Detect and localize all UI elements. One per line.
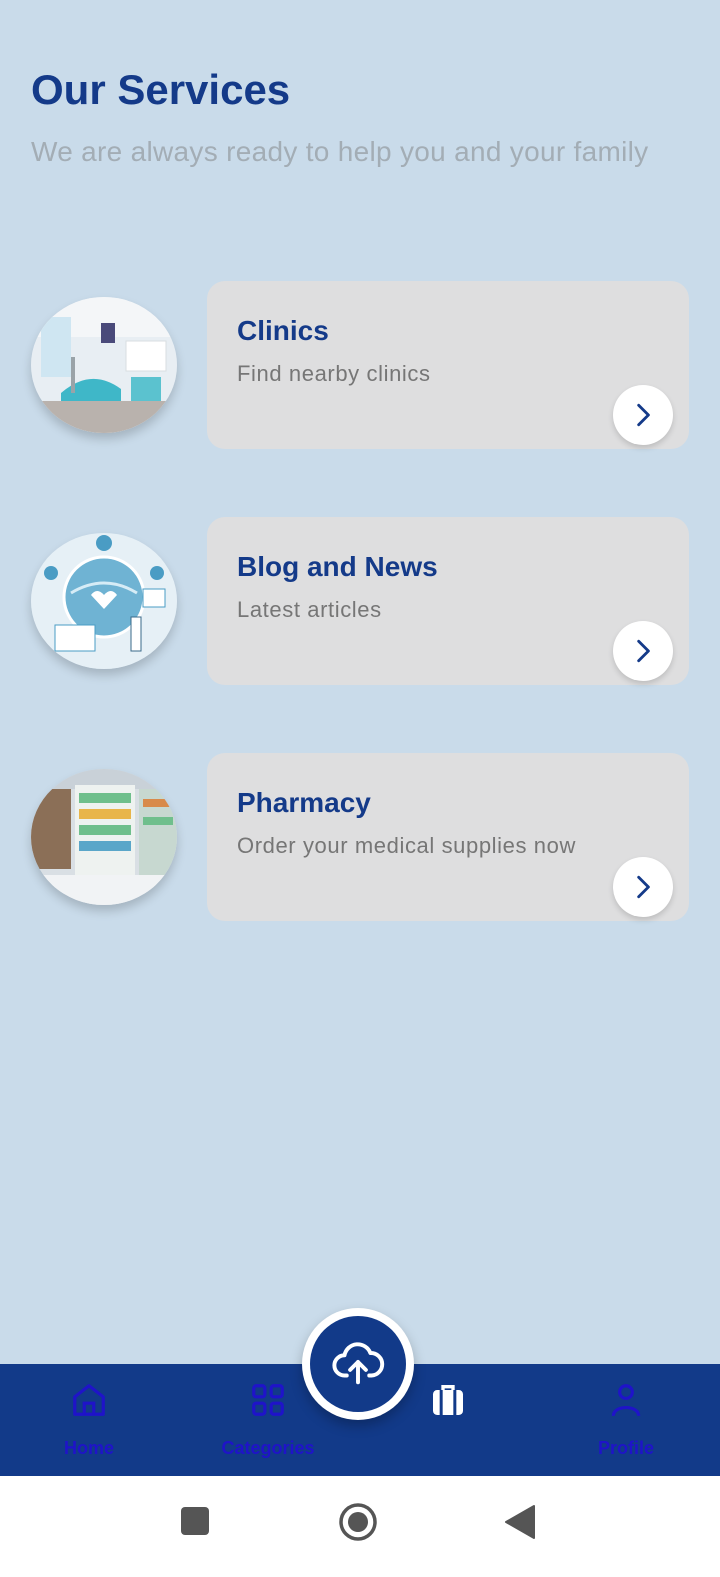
nav-label-profile: Profile [597, 1438, 654, 1458]
person-icon [607, 1380, 645, 1420]
back-button[interactable] [504, 1504, 536, 1545]
services-list: Clinics Find nearby clinics Blog and New… [31, 281, 689, 989]
pharmacy-image [31, 769, 177, 905]
back-triangle-icon [504, 1505, 536, 1544]
service-card[interactable]: Pharmacy Order your medical supplies now [207, 753, 689, 921]
nav-item-profile[interactable]: Profile [566, 1364, 686, 1476]
service-subtitle: Find nearby clinics [237, 361, 431, 386]
system-nav-bar [0, 1476, 720, 1577]
service-title: Pharmacy [237, 787, 371, 818]
clinic-image [31, 297, 177, 433]
chevron-right-icon[interactable] [613, 621, 673, 681]
page-title: Our Services [31, 66, 291, 113]
cloud-upload-icon [331, 1335, 385, 1394]
grid-icon [249, 1380, 287, 1420]
service-card[interactable]: Blog and News Latest articles [207, 517, 689, 685]
chevron-right-icon[interactable] [613, 857, 673, 917]
blog-image [31, 533, 177, 669]
service-card[interactable]: Clinics Find nearby clinics [207, 281, 689, 449]
service-subtitle: Order your medical supplies now [237, 833, 576, 858]
upload-fab-button[interactable] [302, 1308, 414, 1420]
service-title: Blog and News [237, 551, 438, 582]
service-item-clinics[interactable]: Clinics Find nearby clinics [31, 281, 689, 449]
chevron-right-icon[interactable] [613, 385, 673, 445]
nav-label-home: Home [63, 1438, 114, 1458]
service-item-pharmacy[interactable]: Pharmacy Order your medical supplies now [31, 753, 689, 921]
page-header: Our Services We are always ready to help… [31, 62, 700, 172]
recents-button[interactable] [180, 1506, 210, 1541]
square-icon [180, 1507, 210, 1540]
service-subtitle: Latest articles [237, 597, 382, 622]
service-title: Clinics [237, 315, 329, 346]
home-icon [70, 1380, 108, 1420]
home-system-button[interactable] [338, 1502, 378, 1547]
nav-item-home[interactable]: Home [29, 1364, 149, 1476]
service-item-blog[interactable]: Blog and News Latest articles [31, 517, 689, 685]
circle-home-icon [338, 1503, 378, 1546]
briefcase-icon [428, 1380, 468, 1420]
nav-label-categories: Categories [221, 1438, 315, 1458]
page-subtitle: We are always ready to help you and your… [31, 136, 649, 167]
